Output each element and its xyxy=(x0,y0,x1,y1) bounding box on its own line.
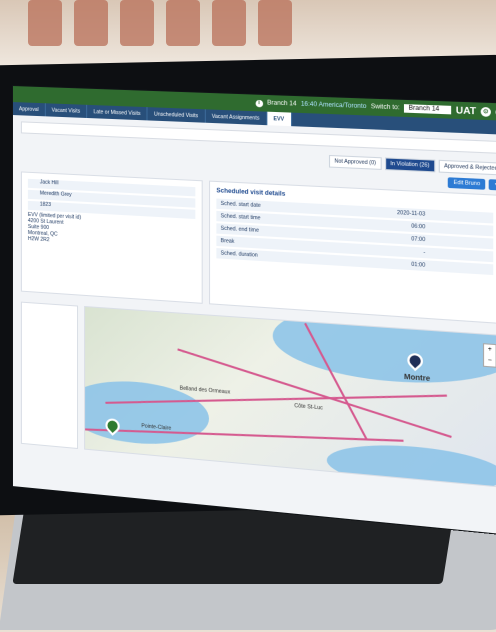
detail-key: Sched. start time xyxy=(220,213,261,222)
tab-vacant-assignments[interactable]: Vacant Assignments xyxy=(205,109,267,126)
tab-label: Vacant Assignments xyxy=(211,113,260,122)
brick xyxy=(74,0,108,46)
branch-label: Branch 14 xyxy=(267,100,297,108)
app-screen: i Branch 14 16:40 America/Toronto Switch… xyxy=(12,85,496,537)
visit-map[interactable]: Montre Belland des Ormeaux Pointe-Claire… xyxy=(84,305,496,488)
settings-icon[interactable]: ⚙ xyxy=(480,106,491,117)
info-icon[interactable]: i xyxy=(255,99,263,107)
brick xyxy=(212,0,246,46)
brick xyxy=(258,0,292,46)
river xyxy=(326,439,496,488)
env-badge: UAT xyxy=(455,104,477,117)
filter-approved-rejected[interactable]: Approved & Rejected xyxy=(438,159,496,176)
tab-approval[interactable]: Approval xyxy=(12,102,46,117)
bottom-section: Montre Belland des Ormeaux Pointe-Claire… xyxy=(20,301,496,488)
filter-in-violation[interactable]: In Violation (26) xyxy=(384,157,436,173)
tab-label: Late or Missed Visits xyxy=(93,108,141,117)
scheduled-visit-panel: Scheduled visit details Sched. start dat… xyxy=(209,180,496,324)
filter-not-approved[interactable]: Not Approved (0) xyxy=(328,154,382,170)
branch-select[interactable]: Branch 14 xyxy=(404,104,452,115)
tab-label: Vacant Visits xyxy=(51,107,81,115)
detail-key: Sched. start date xyxy=(220,200,261,210)
map-label-suburb: Côte St-Luc xyxy=(294,402,323,412)
map-zoom-control: + − xyxy=(482,343,496,368)
visit-actions-panel xyxy=(20,301,79,450)
tab-label: Unscheduled Visits xyxy=(153,110,199,119)
zoom-in-button[interactable]: + xyxy=(484,344,495,356)
brick xyxy=(166,0,200,46)
brick xyxy=(28,0,62,46)
details-grid: Jack Hill Meredith Grey 1823 EVV (limite… xyxy=(20,171,496,324)
edit-menu-button[interactable]: ▾ xyxy=(489,179,496,191)
tab-evv[interactable]: EVV xyxy=(266,111,292,127)
scene: i Branch 14 16:40 America/Toronto Switch… xyxy=(0,0,496,632)
tab-late-missed-visits[interactable]: Late or Missed Visits xyxy=(87,104,148,121)
switch-label: Switch to: xyxy=(370,103,400,112)
detail-key: Sched. duration xyxy=(220,250,258,259)
timezone-text: 16:40 America/Toronto xyxy=(300,101,367,111)
visit-info-panel: Jack Hill Meredith Grey 1823 EVV (limite… xyxy=(20,171,203,304)
zoom-out-button[interactable]: − xyxy=(484,355,495,367)
tab-label: Approval xyxy=(18,105,39,113)
tab-vacant-visits[interactable]: Vacant Visits xyxy=(45,103,88,119)
edit-button[interactable]: Edit Bruno xyxy=(447,177,486,190)
brick xyxy=(120,0,154,46)
tab-label: EVV xyxy=(273,115,285,123)
tab-unscheduled-visits[interactable]: Unscheduled Visits xyxy=(147,107,206,123)
